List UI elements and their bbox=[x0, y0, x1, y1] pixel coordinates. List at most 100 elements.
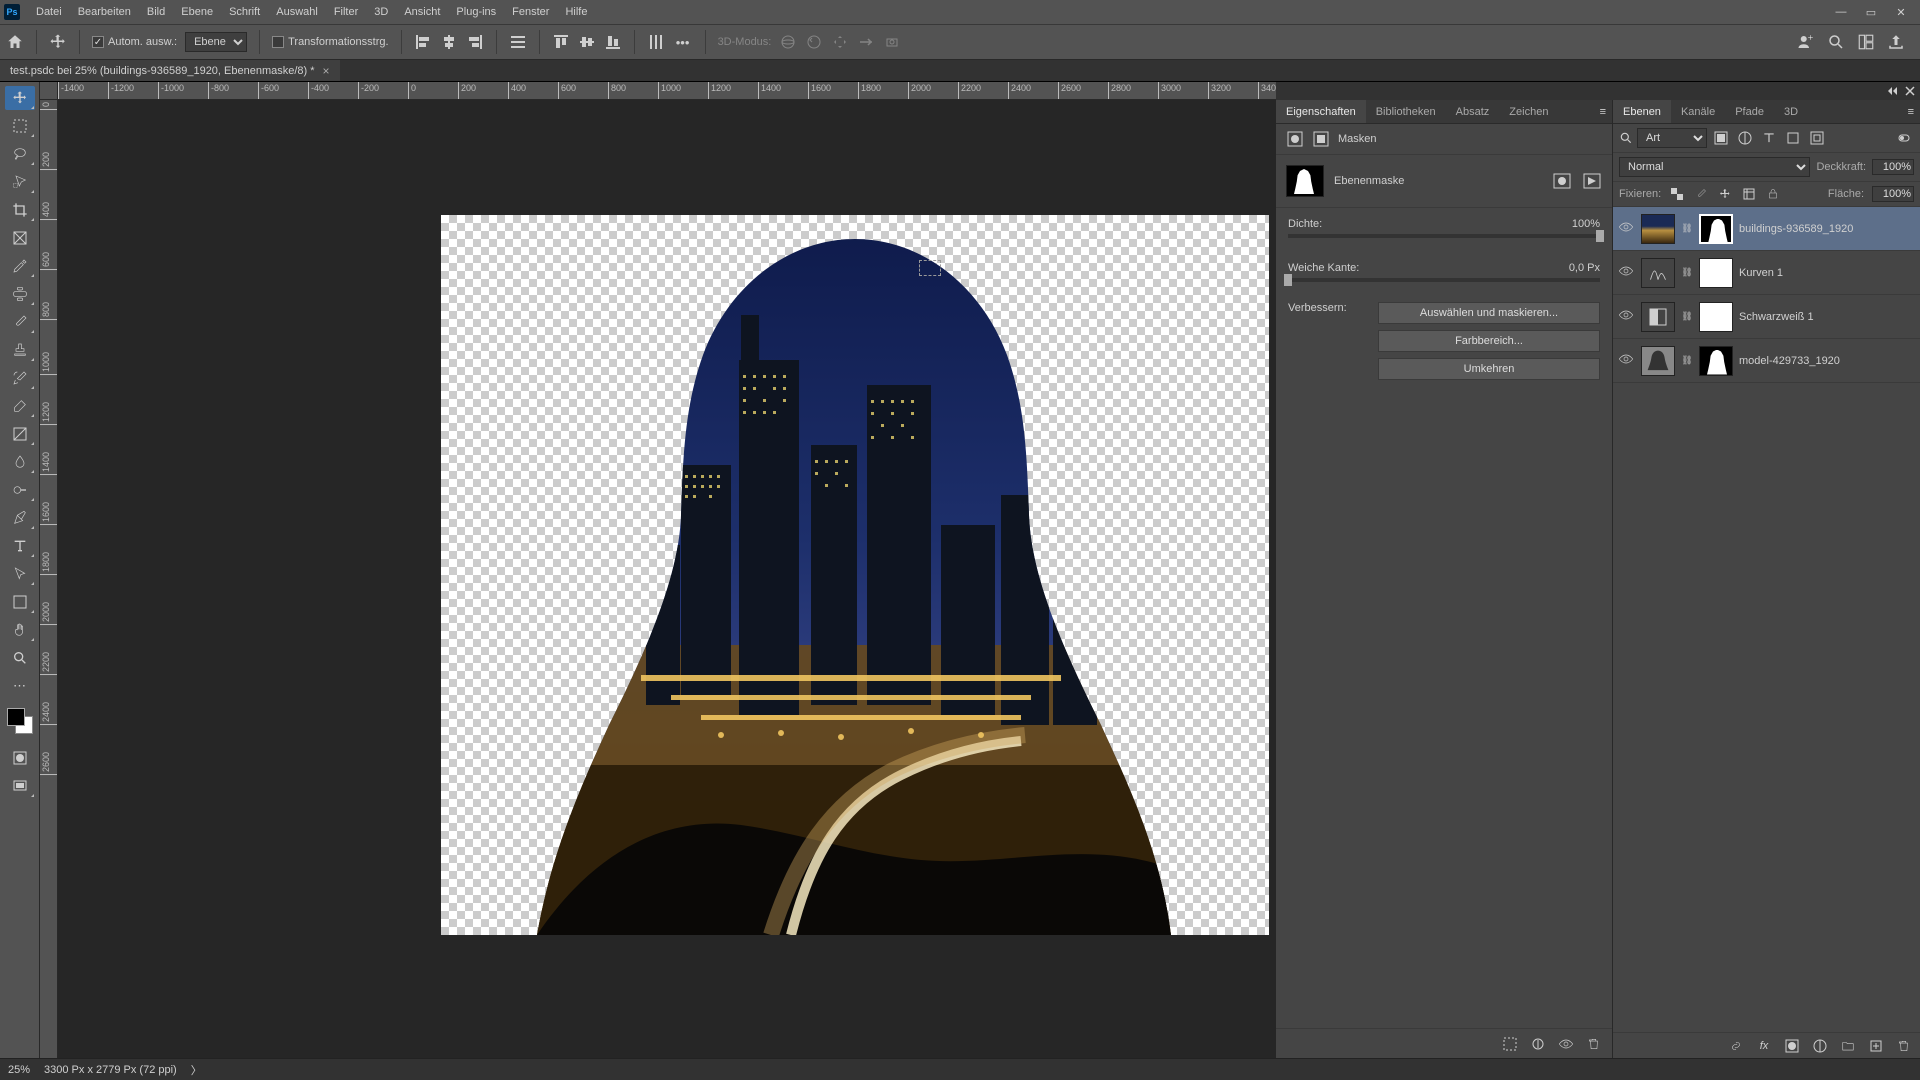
layer-name[interactable]: Kurven 1 bbox=[1739, 267, 1916, 279]
layer-row[interactable]: ⛓ Schwarzweiß 1 bbox=[1613, 295, 1920, 339]
apply-mask-icon[interactable] bbox=[1530, 1036, 1546, 1052]
disable-mask-icon[interactable] bbox=[1558, 1036, 1574, 1052]
pixel-mask-mode-icon[interactable] bbox=[1286, 130, 1304, 148]
layer-name[interactable]: Schwarzweiß 1 bbox=[1739, 311, 1916, 323]
document-canvas[interactable] bbox=[441, 215, 1269, 935]
frame-tool[interactable] bbox=[5, 226, 35, 250]
tab-3d[interactable]: 3D bbox=[1774, 100, 1808, 123]
lock-pixels-icon[interactable] bbox=[1693, 186, 1709, 202]
crop-tool[interactable] bbox=[5, 198, 35, 222]
quick-mask-icon[interactable] bbox=[5, 746, 35, 770]
menu-plugins[interactable]: Plug-ins bbox=[448, 6, 504, 18]
visibility-toggle-icon[interactable] bbox=[1617, 265, 1635, 280]
add-pixel-mask-icon[interactable] bbox=[1552, 172, 1572, 190]
blend-mode-select[interactable]: Normal bbox=[1619, 157, 1810, 177]
density-slider[interactable] bbox=[1288, 234, 1600, 238]
color-range-button[interactable]: Farbbereich... bbox=[1378, 330, 1600, 352]
align-hcenter-icon[interactable] bbox=[440, 33, 458, 51]
filter-pixel-icon[interactable] bbox=[1711, 129, 1731, 147]
layer-fx-icon[interactable]: fx bbox=[1756, 1038, 1772, 1054]
mask-thumbnail[interactable] bbox=[1286, 165, 1324, 197]
distribute-icon[interactable] bbox=[509, 33, 527, 51]
panel-menu-icon[interactable]: ≡ bbox=[1594, 106, 1612, 118]
history-brush-tool[interactable] bbox=[5, 366, 35, 390]
foreground-background-colors[interactable] bbox=[7, 708, 33, 734]
menu-schrift[interactable]: Schrift bbox=[221, 6, 268, 18]
density-value[interactable]: 100% bbox=[1572, 218, 1600, 230]
zoom-tool[interactable] bbox=[5, 646, 35, 670]
feather-slider[interactable] bbox=[1288, 278, 1600, 282]
minimize-button[interactable]: — bbox=[1826, 6, 1856, 18]
shape-tool[interactable] bbox=[5, 590, 35, 614]
invert-button[interactable]: Umkehren bbox=[1378, 358, 1600, 380]
menu-bild[interactable]: Bild bbox=[139, 6, 173, 18]
lock-transparency-icon[interactable] bbox=[1669, 186, 1685, 202]
filter-type-select[interactable]: Art bbox=[1637, 128, 1707, 148]
layer-thumbnail[interactable] bbox=[1641, 214, 1675, 244]
add-mask-icon[interactable] bbox=[1784, 1038, 1800, 1054]
menu-hilfe[interactable]: Hilfe bbox=[557, 6, 595, 18]
align-right-icon[interactable] bbox=[466, 33, 484, 51]
tab-bibliotheken[interactable]: Bibliotheken bbox=[1366, 100, 1446, 123]
workspace-icon[interactable] bbox=[1856, 32, 1876, 52]
adjustment-thumbnail[interactable] bbox=[1641, 302, 1675, 332]
feather-value[interactable]: 0,0 Px bbox=[1569, 262, 1600, 274]
invite-icon[interactable] bbox=[1796, 32, 1816, 52]
layer-name[interactable]: buildings-936589_1920 bbox=[1739, 223, 1916, 235]
distribute-v-icon[interactable] bbox=[647, 33, 665, 51]
visibility-toggle-icon[interactable] bbox=[1617, 353, 1635, 368]
layer-row[interactable]: ⛓ Kurven 1 bbox=[1613, 251, 1920, 295]
visibility-toggle-icon[interactable] bbox=[1617, 221, 1635, 236]
move-tool[interactable] bbox=[5, 86, 35, 110]
foreground-color-swatch[interactable] bbox=[7, 708, 25, 726]
menu-auswahl[interactable]: Auswahl bbox=[268, 6, 326, 18]
close-document-icon[interactable]: × bbox=[323, 64, 330, 78]
path-select-tool[interactable] bbox=[5, 562, 35, 586]
gradient-tool[interactable] bbox=[5, 422, 35, 446]
healing-tool[interactable] bbox=[5, 282, 35, 306]
pen-tool[interactable] bbox=[5, 506, 35, 530]
filter-smartobject-icon[interactable] bbox=[1807, 129, 1827, 147]
canvas-area[interactable] bbox=[58, 100, 1276, 1058]
close-panel-group-icon[interactable] bbox=[1904, 85, 1916, 97]
tab-eigenschaften[interactable]: Eigenschaften bbox=[1276, 100, 1366, 123]
filter-adjustment-icon[interactable] bbox=[1735, 129, 1755, 147]
move-tool-icon[interactable] bbox=[49, 33, 67, 51]
layer-row[interactable]: ⛓ buildings-936589_1920 bbox=[1613, 207, 1920, 251]
close-window-button[interactable]: ✕ bbox=[1886, 6, 1916, 19]
align-vcenter-icon[interactable] bbox=[578, 33, 596, 51]
brush-tool[interactable] bbox=[5, 310, 35, 334]
align-left-icon[interactable] bbox=[414, 33, 432, 51]
hand-tool[interactable] bbox=[5, 618, 35, 642]
new-group-icon[interactable] bbox=[1840, 1038, 1856, 1054]
adjustment-thumbnail[interactable] bbox=[1641, 258, 1675, 288]
new-layer-icon[interactable] bbox=[1868, 1038, 1884, 1054]
lock-artboard-icon[interactable] bbox=[1741, 186, 1757, 202]
ruler-vertical[interactable]: 0200400600800100012001400160018002000220… bbox=[40, 100, 58, 1058]
align-top-icon[interactable] bbox=[552, 33, 570, 51]
ruler-origin[interactable] bbox=[40, 82, 58, 100]
search-icon[interactable] bbox=[1826, 32, 1846, 52]
filter-type-layer-icon[interactable] bbox=[1759, 129, 1779, 147]
more-options-icon[interactable]: ••• bbox=[673, 35, 693, 50]
auto-select-mode[interactable]: Ebene bbox=[185, 32, 247, 52]
layer-mask-thumbnail[interactable] bbox=[1699, 346, 1733, 376]
layer-mask-thumbnail[interactable] bbox=[1699, 258, 1733, 288]
transform-controls-checkbox[interactable]: Transformationsstrg. bbox=[272, 36, 388, 48]
marquee-tool[interactable] bbox=[5, 114, 35, 138]
lock-all-icon[interactable] bbox=[1765, 186, 1781, 202]
tab-ebenen[interactable]: Ebenen bbox=[1613, 100, 1671, 123]
layer-mask-thumbnail[interactable] bbox=[1699, 214, 1733, 244]
zoom-level[interactable]: 25% bbox=[8, 1064, 30, 1076]
menu-datei[interactable]: Datei bbox=[28, 6, 70, 18]
layer-mask-thumbnail[interactable] bbox=[1699, 302, 1733, 332]
lock-position-icon[interactable] bbox=[1717, 186, 1733, 202]
load-selection-icon[interactable] bbox=[1502, 1036, 1518, 1052]
auto-select-checkbox[interactable]: Autom. ausw.: bbox=[92, 36, 177, 48]
layer-row[interactable]: ⛓ model-429733_1920 bbox=[1613, 339, 1920, 383]
fill-input[interactable] bbox=[1872, 186, 1914, 202]
link-icon[interactable]: ⛓ bbox=[1681, 223, 1693, 234]
tab-pfade[interactable]: Pfade bbox=[1725, 100, 1774, 123]
collapse-panels-icon[interactable] bbox=[1886, 85, 1898, 97]
link-icon[interactable]: ⛓ bbox=[1681, 355, 1693, 366]
